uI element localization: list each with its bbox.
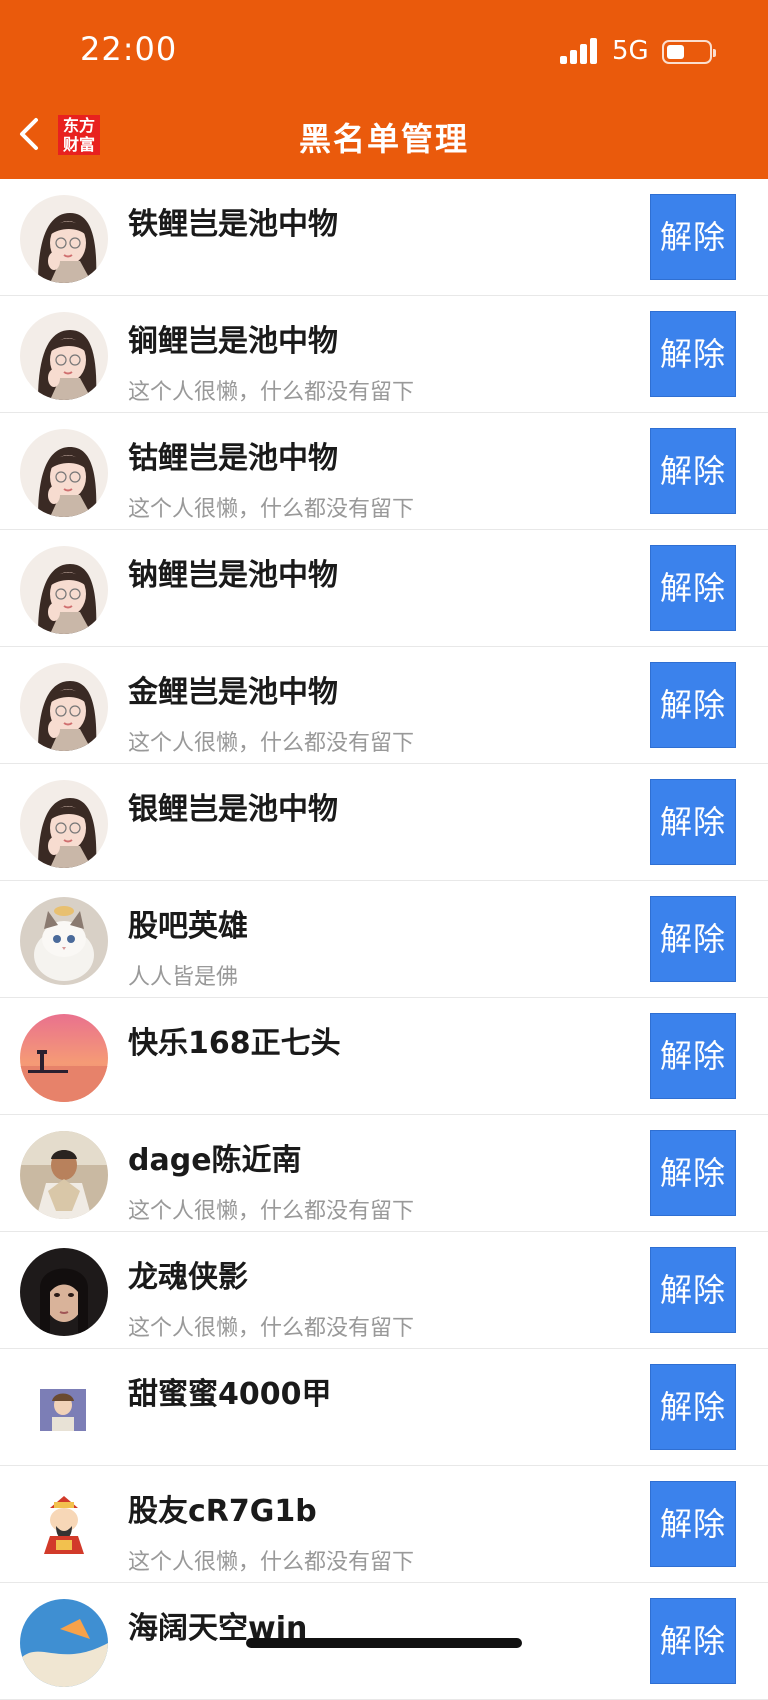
unblock-button[interactable]: 解除 (650, 428, 736, 514)
avatar[interactable] (20, 780, 108, 868)
unblock-button[interactable]: 解除 (650, 1364, 736, 1450)
blacklist: 铁鲤岂是池中物 解除 锏鲤岂是池中物 这个人很懒，什么都没有留下 解除 钴鲤岂是池中物 这个… (0, 179, 768, 1700)
list-item: 银鲤岂是池中物 解除 (0, 764, 768, 881)
user-name: 金鲤岂是池中物 (128, 675, 338, 710)
user-name: 股吧英雄 (128, 909, 248, 944)
list-item: dage陈近南这个人很懒，什么都没有留下 解除 (0, 1115, 768, 1232)
user-name: 钠鲤岂是池中物 (128, 558, 338, 593)
avatar[interactable] (20, 1131, 108, 1219)
avatar[interactable] (20, 1365, 108, 1453)
list-item: 股友cR7G1b 这个人很懒，什么都没有留下 解除 (0, 1466, 768, 1583)
avatar[interactable] (20, 1482, 108, 1570)
user-name: 甜蜜蜜4000甲 (128, 1377, 332, 1412)
user-name: 快乐168正七头 (128, 1026, 341, 1061)
unblock-button[interactable]: 解除 (650, 1598, 736, 1684)
avatar[interactable] (20, 546, 108, 634)
user-signature: 这个人很懒，什么都没有留下 (128, 380, 415, 405)
user-signature: 这个人很懒，什么都没有留下 (128, 497, 415, 522)
user-signature: 这个人很懒，什么都没有留下 (128, 1316, 415, 1341)
cellular-signal-icon (560, 38, 600, 64)
page-title: 黑名单管理 (298, 120, 469, 158)
user-signature: 这个人很懒，什么都没有留下 (128, 731, 415, 756)
user-name: 股友cR7G1b (128, 1494, 317, 1529)
unblock-button[interactable]: 解除 (650, 662, 736, 748)
unblock-button[interactable]: 解除 (650, 1247, 736, 1333)
battery-icon (662, 40, 716, 64)
unblock-button[interactable]: 解除 (650, 194, 736, 280)
unblock-button[interactable]: 解除 (650, 545, 736, 631)
user-name: 铁鲤岂是池中物 (128, 207, 338, 242)
app-header: 22:00 5G 东方 财富 黑名单管理 (0, 0, 768, 179)
avatar[interactable] (20, 429, 108, 517)
unblock-button[interactable]: 解除 (650, 1481, 736, 1567)
user-name: dage陈近南 (128, 1143, 302, 1178)
list-item: 快乐168正七头 解除 (0, 998, 768, 1115)
network-type: 5G (612, 36, 649, 66)
user-signature: 人人皆是佛 (128, 965, 239, 990)
user-name: 钴鲤岂是池中物 (128, 441, 338, 476)
unblock-button[interactable]: 解除 (650, 1013, 736, 1099)
list-item: 钴鲤岂是池中物这个人很懒，什么都没有留下 解除 (0, 413, 768, 530)
status-time: 22:00 (80, 30, 178, 68)
avatar[interactable] (20, 1014, 108, 1102)
list-item: 铁鲤岂是池中物 解除 (0, 179, 768, 296)
list-item: 锏鲤岂是池中物这个人很懒，什么都没有留下 解除 (0, 296, 768, 413)
avatar[interactable] (20, 663, 108, 751)
list-item: 甜蜜蜜4000甲 解除 (0, 1349, 768, 1466)
list-item: 龙魂侠影这个人很懒，什么都没有留下 解除 (0, 1232, 768, 1349)
list-item: 钠鲤岂是池中物 解除 (0, 530, 768, 647)
user-signature: 这个人很懒，什么都没有留下 (128, 1199, 415, 1224)
home-indicator (246, 1638, 522, 1648)
avatar[interactable] (20, 1248, 108, 1336)
avatar[interactable] (20, 897, 108, 985)
unblock-button[interactable]: 解除 (650, 779, 736, 865)
unblock-button[interactable]: 解除 (650, 896, 736, 982)
unblock-button[interactable]: 解除 (650, 311, 736, 397)
list-item: 股吧英雄人人皆是佛 解除 (0, 881, 768, 998)
unblock-button[interactable]: 解除 (650, 1130, 736, 1216)
user-signature: 这个人很懒，什么都没有留下 (128, 1550, 415, 1575)
user-name: 锏鲤岂是池中物 (128, 324, 338, 359)
avatar[interactable] (20, 312, 108, 400)
user-name: 银鲤岂是池中物 (128, 792, 338, 827)
user-name: 龙魂侠影 (128, 1260, 248, 1295)
list-item: 金鲤岂是池中物这个人很懒，什么都没有留下 解除 (0, 647, 768, 764)
avatar[interactable] (20, 195, 108, 283)
avatar[interactable] (20, 1599, 108, 1687)
